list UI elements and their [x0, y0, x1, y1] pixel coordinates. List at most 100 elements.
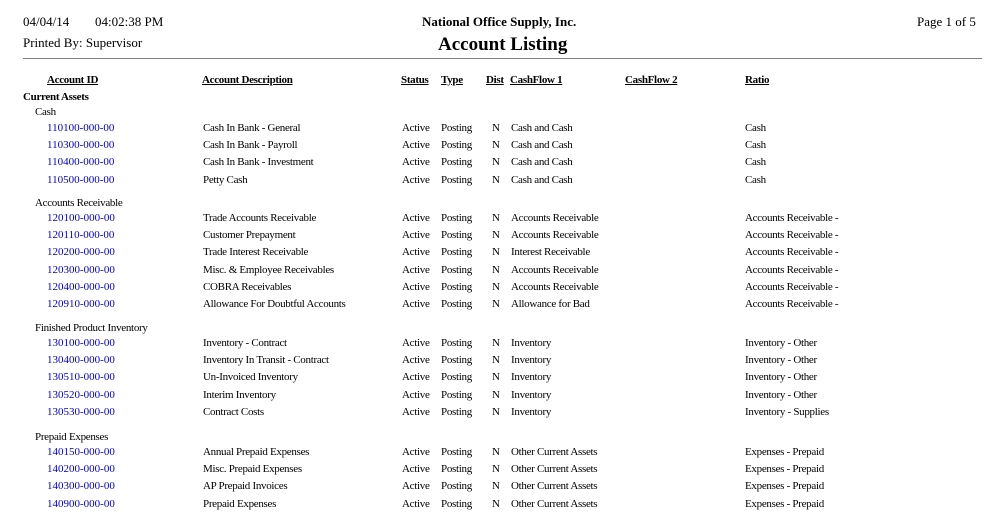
account-dist: N	[492, 212, 500, 224]
account-cashflow1: Other Current Assets	[511, 463, 598, 476]
account-status: Active	[402, 212, 430, 224]
account-id-link[interactable]: 120200-000-00	[47, 246, 115, 258]
account-dist: N	[492, 263, 500, 276]
account-cashflow1: Cash and Cash	[511, 139, 573, 152]
account-id-link[interactable]: 120110-000-00	[47, 229, 114, 241]
account-ratio: Accounts Receivable -	[745, 280, 839, 293]
column-header-dist: Dist	[486, 74, 504, 86]
account-ratio: Expenses - Prepaid	[745, 497, 824, 510]
group-heading: Accounts Receivable	[35, 197, 123, 209]
account-cashflow1: Other Current Assets	[511, 480, 598, 493]
account-status: Active	[402, 280, 430, 293]
account-type: Posting	[441, 229, 472, 242]
account-description: Misc. Prepaid Expenses	[203, 463, 302, 476]
page-indicator: Page 1 of 5	[917, 14, 976, 29]
account-status: Active	[402, 156, 430, 169]
account-ratio: Inventory - Other	[745, 388, 817, 401]
account-status: Active	[402, 388, 430, 401]
column-header-cashflow1: CashFlow 1	[510, 74, 563, 86]
account-id-link[interactable]: 110100-000-00	[47, 122, 114, 134]
account-status: Active	[402, 497, 430, 510]
account-description: Un-Invoiced Inventory	[203, 371, 298, 384]
account-description: Inventory In Transit - Contract	[203, 354, 329, 367]
account-id-link[interactable]: 130520-000-00	[47, 389, 115, 401]
account-cashflow1: Other Current Assets	[511, 497, 598, 510]
column-header-status: Status	[401, 74, 429, 86]
account-cashflow1: Inventory	[511, 371, 552, 384]
account-dist: N	[492, 246, 500, 259]
account-cashflow1: Other Current Assets	[511, 446, 598, 458]
account-cashflow1: Inventory	[511, 354, 552, 367]
account-description: Cash In Bank - Investment	[203, 156, 314, 169]
account-status: Active	[402, 446, 430, 458]
report-title: Account Listing	[438, 34, 568, 55]
account-cashflow1: Accounts Receivable	[511, 229, 599, 242]
account-type: Posting	[441, 497, 472, 510]
account-ratio: Accounts Receivable -	[745, 298, 839, 310]
account-id-link[interactable]: 110500-000-00	[47, 174, 114, 186]
account-status: Active	[402, 229, 430, 242]
account-id-link[interactable]: 120400-000-00	[47, 281, 115, 293]
account-cashflow1: Accounts Receivable	[511, 280, 599, 293]
group-heading: Cash	[35, 106, 56, 118]
account-id-link[interactable]: 110300-000-00	[47, 139, 114, 151]
account-dist: N	[492, 405, 500, 418]
account-status: Active	[402, 122, 430, 134]
account-cashflow1: Cash and Cash	[511, 122, 573, 134]
account-description: Petty Cash	[203, 173, 248, 186]
account-dist: N	[492, 156, 500, 169]
account-description: Annual Prepaid Expenses	[203, 446, 310, 458]
account-description: Contract Costs	[203, 405, 264, 418]
account-id-link[interactable]: 120100-000-00	[47, 212, 115, 224]
account-ratio: Cash	[745, 139, 766, 152]
print-time: 04:02:38 PM	[95, 14, 164, 29]
account-ratio: Expenses - Prepaid	[745, 480, 824, 493]
column-header-type: Type	[441, 74, 463, 86]
account-status: Active	[402, 139, 430, 152]
account-ratio: Accounts Receivable -	[745, 229, 839, 242]
group-heading: Prepaid Expenses	[35, 431, 109, 443]
account-cashflow1: Cash and Cash	[511, 173, 573, 186]
account-cashflow1: Cash and Cash	[511, 156, 573, 169]
column-header-cashflow2: CashFlow 2	[625, 74, 678, 86]
account-id-link[interactable]: 130100-000-00	[47, 337, 115, 349]
account-ratio: Accounts Receivable -	[745, 246, 839, 259]
account-id-link[interactable]: 120300-000-00	[47, 264, 115, 276]
account-id-link[interactable]: 130400-000-00	[47, 354, 115, 366]
account-id-link[interactable]: 130530-000-00	[47, 406, 115, 418]
account-id-link[interactable]: 130510-000-00	[47, 371, 115, 383]
account-status: Active	[402, 405, 430, 418]
account-id-link[interactable]: 140200-000-00	[47, 463, 115, 475]
account-type: Posting	[441, 354, 472, 367]
account-description: Trade Accounts Receivable	[203, 212, 317, 224]
column-header-description: Account Description	[202, 74, 293, 86]
account-dist: N	[492, 354, 500, 367]
account-cashflow1: Interest Receivable	[511, 246, 590, 259]
account-description: AP Prepaid Invoices	[203, 480, 288, 493]
account-id-link[interactable]: 140900-000-00	[47, 498, 115, 510]
account-type: Posting	[441, 405, 472, 418]
account-status: Active	[402, 263, 430, 276]
account-ratio: Cash	[745, 156, 766, 169]
account-status: Active	[402, 463, 430, 476]
section-heading: Current Assets	[23, 91, 89, 103]
account-description: Interim Inventory	[203, 388, 276, 401]
account-description: Misc. & Employee Receivables	[203, 263, 334, 276]
account-status: Active	[402, 173, 430, 186]
account-description: COBRA Receivables	[203, 280, 292, 293]
account-description: Trade Interest Receivable	[203, 246, 309, 259]
account-dist: N	[492, 173, 500, 186]
account-type: Posting	[441, 122, 472, 134]
account-id-link[interactable]: 140150-000-00	[47, 446, 115, 458]
account-description: Customer Prepayment	[203, 229, 296, 242]
account-id-link[interactable]: 110400-000-00	[47, 156, 114, 168]
account-description: Cash In Bank - Payroll	[203, 139, 298, 152]
account-dist: N	[492, 446, 500, 458]
account-dist: N	[492, 463, 500, 476]
account-id-link[interactable]: 140300-000-00	[47, 480, 115, 492]
account-type: Posting	[441, 139, 472, 152]
account-ratio: Inventory - Supplies	[745, 405, 829, 418]
header-divider	[23, 58, 982, 59]
account-id-link[interactable]: 120910-000-00	[47, 298, 115, 310]
account-type: Posting	[441, 173, 472, 186]
